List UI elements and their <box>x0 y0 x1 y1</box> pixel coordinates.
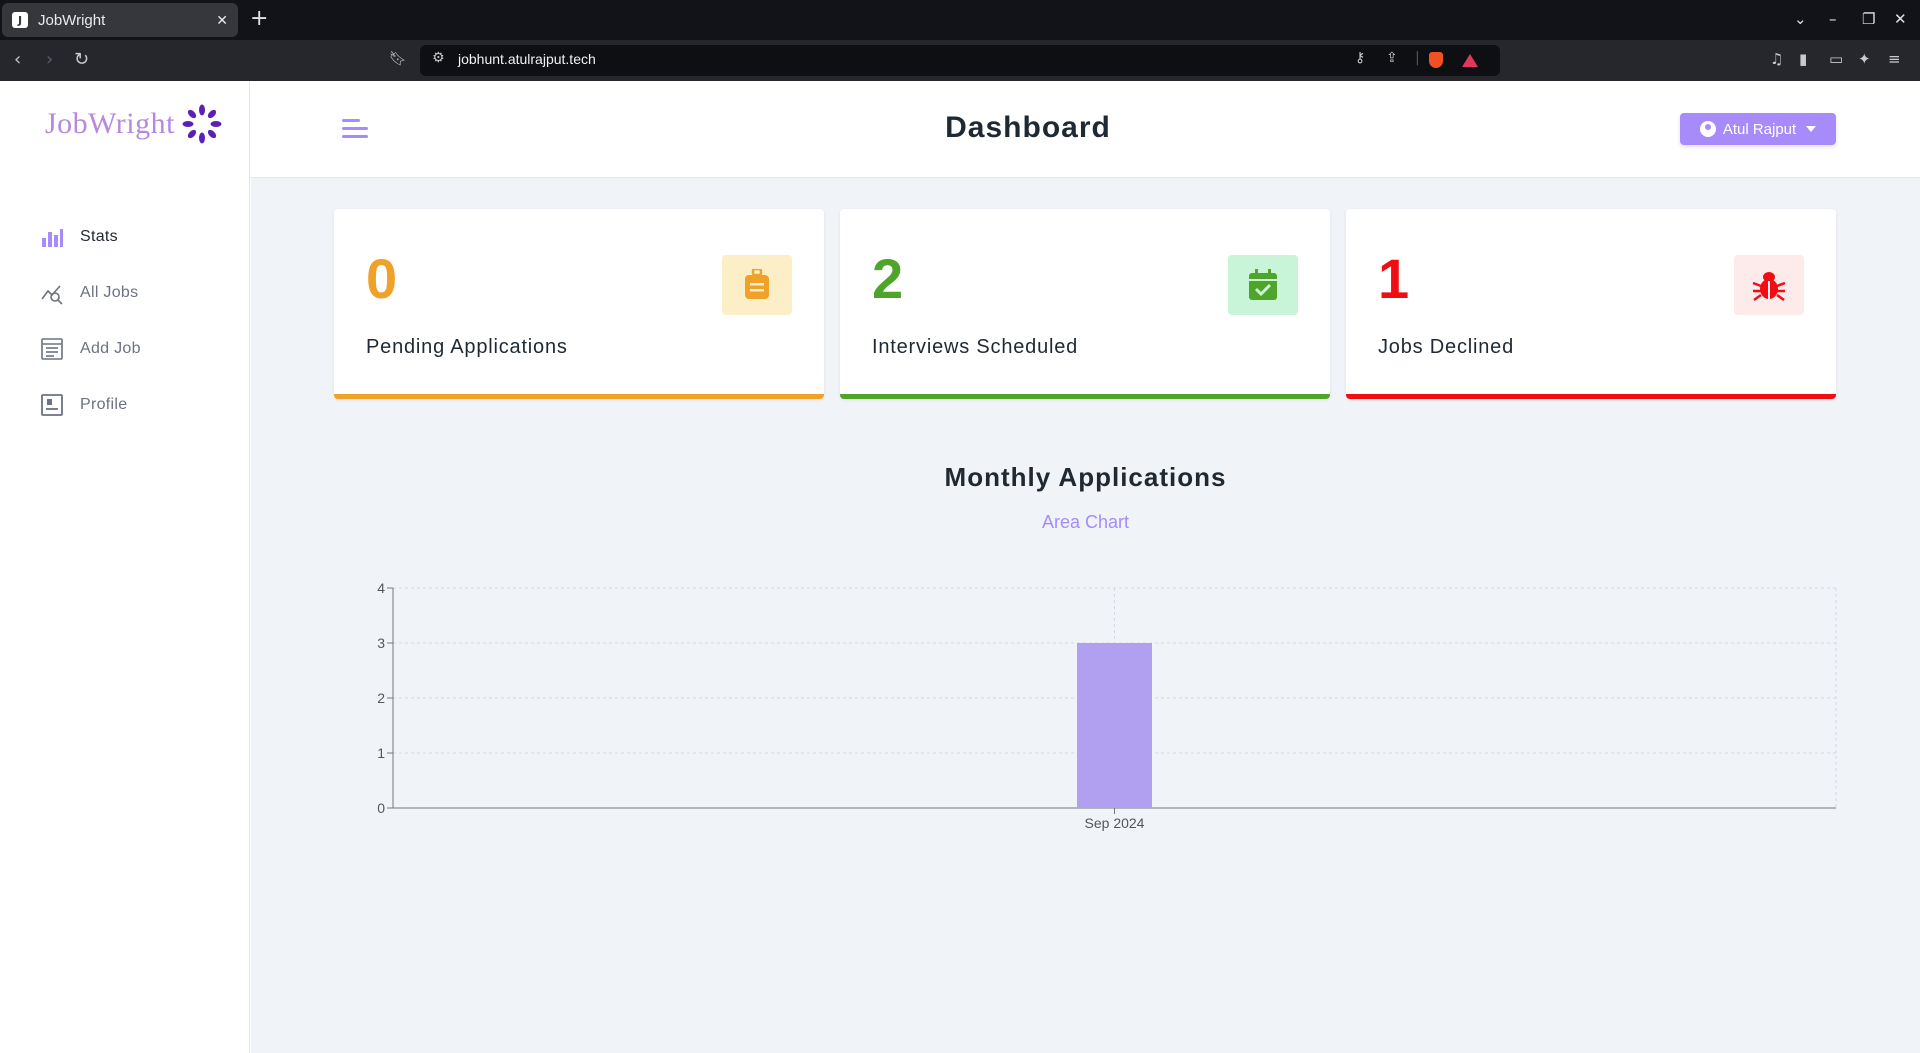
sidebar-item-label: Stats <box>80 228 118 245</box>
page-title: Dashboard <box>945 111 1111 144</box>
back-icon[interactable]: ‹ <box>14 49 21 70</box>
sidebar-item-label: All Jobs <box>80 284 139 301</box>
main-content: 0 Pending Applications 2 Interviews Sche… <box>251 178 1920 1053</box>
brand-logo[interactable]: JobWright <box>45 103 223 145</box>
sidebar-item-label: Profile <box>80 396 128 413</box>
user-circle-icon <box>1699 121 1716 137</box>
sidebar-item-stats[interactable]: Stats <box>40 222 118 252</box>
password-key-icon[interactable]: ⚷ <box>1355 50 1365 66</box>
brand-name: JobWright <box>45 107 175 140</box>
x-tick-label: Sep 2024 <box>1085 815 1145 831</box>
close-window-icon[interactable]: ✕ <box>1894 10 1907 28</box>
y-tick-label: 4 <box>377 580 385 596</box>
share-icon[interactable]: ⇪ <box>1386 50 1398 66</box>
form-icon <box>41 338 63 360</box>
browser-tab-strip: J JobWright ✕ + ⌄ – ❐ ✕ <box>0 0 1920 40</box>
brave-rewards-icon[interactable] <box>1462 54 1478 67</box>
y-tick-label: 1 <box>377 745 385 761</box>
top-navbar: Dashboard Atul Rajput <box>250 81 1920 178</box>
sidebar: JobWright Stats All Jobs Add Job Profile <box>0 81 250 1053</box>
sidebar-toggle-icon[interactable]: ▮ <box>1799 50 1807 68</box>
user-name: Atul Rajput <box>1722 120 1797 138</box>
id-card-icon <box>41 394 63 416</box>
close-tab-icon[interactable]: ✕ <box>216 12 228 29</box>
brave-shields-icon[interactable] <box>1429 52 1443 68</box>
reload-icon[interactable]: ↻ <box>74 49 89 70</box>
y-tick-label: 0 <box>377 800 385 816</box>
bar-chart-icon <box>42 229 63 247</box>
minimize-icon[interactable]: – <box>1829 10 1837 28</box>
chart-bar <box>1077 643 1152 808</box>
caret-down-icon <box>1806 126 1817 132</box>
asterisk-logo-icon <box>182 104 222 144</box>
wallet-icon[interactable]: ▭ <box>1829 50 1843 68</box>
monthly-applications-chart: 0 1 2 3 4 Sep 2024 <box>377 580 1837 831</box>
user-menu-button[interactable]: Atul Rajput <box>1680 113 1836 145</box>
y-tick-label: 2 <box>377 690 385 706</box>
sidebar-item-add-job[interactable]: Add Job <box>40 334 141 364</box>
sidebar-item-label: Add Job <box>80 340 141 357</box>
tab-favicon-icon: J <box>12 12 28 28</box>
new-tab-icon[interactable]: + <box>250 6 268 31</box>
leo-ai-icon[interactable]: ✦ <box>1858 50 1871 68</box>
line-chart-search-icon <box>41 285 63 305</box>
sidebar-item-all-jobs[interactable]: All Jobs <box>40 278 138 308</box>
bookmark-icon[interactable]: 🔖︎ <box>389 51 407 67</box>
address-bar[interactable]: ⚙ jobhunt.atulrajput.tech ⚷ ⇪ | <box>420 45 1500 76</box>
tab-title: JobWright <box>38 11 106 29</box>
y-tick-label: 3 <box>377 635 385 651</box>
forward-icon[interactable]: › <box>46 49 53 70</box>
tab-list-chevron-icon[interactable]: ⌄ <box>1794 10 1807 28</box>
menu-icon[interactable]: ≡ <box>1888 50 1901 68</box>
url-divider: | <box>1415 50 1420 66</box>
sidebar-item-profile[interactable]: Profile <box>40 390 127 420</box>
media-icon[interactable]: ♫ <box>1770 50 1783 68</box>
site-settings-icon[interactable]: ⚙ <box>432 50 445 66</box>
url-text[interactable]: jobhunt.atulrajput.tech <box>458 51 596 67</box>
browser-tab[interactable]: J JobWright ✕ <box>2 3 238 37</box>
restore-icon[interactable]: ❐ <box>1862 10 1875 28</box>
browser-toolbar: ‹ › ↻ 🔖︎ ⚙ jobhunt.atulrajput.tech ⚷ ⇪ |… <box>0 40 1920 81</box>
